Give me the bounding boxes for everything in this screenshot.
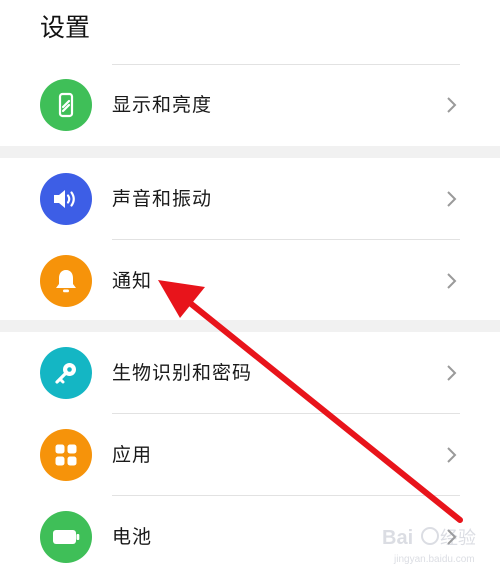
chevron-right-icon [447, 97, 457, 113]
bell-icon [40, 255, 92, 307]
baidu-watermark-icon: Bai 经验 jingyan.baidu.com [382, 527, 476, 565]
settings-item-label: 生物识别和密码 [112, 362, 253, 384]
svg-text:Bai: Bai [382, 527, 413, 549]
chevron-right-icon [447, 365, 457, 381]
section-gap [0, 320, 500, 332]
svg-text:jingyan.baidu.com: jingyan.baidu.com [393, 554, 475, 565]
apps-grid-icon [40, 429, 92, 481]
settings-item-notifications[interactable]: 通知 [0, 240, 500, 322]
speaker-icon [40, 173, 92, 225]
settings-item-label: 显示和亮度 [112, 94, 213, 116]
chevron-right-icon [447, 447, 457, 463]
settings-item-sound-vibration[interactable]: 声音和振动 [0, 158, 500, 240]
svg-text:经验: 经验 [440, 528, 476, 548]
key-icon [40, 347, 92, 399]
settings-group-display: 显示和亮度 [0, 64, 500, 146]
settings-item-label: 通知 [112, 270, 153, 292]
page-title: 设置 [40, 13, 91, 42]
settings-item-apps[interactable]: 应用 [0, 414, 500, 496]
settings-item-label: 应用 [112, 444, 153, 466]
battery-icon [40, 511, 92, 563]
settings-item-biometrics-password[interactable]: 生物识别和密码 [0, 332, 500, 414]
settings-item-label: 声音和振动 [112, 188, 213, 210]
display-brightness-icon [40, 79, 92, 131]
settings-group-sound: 声音和振动 通知 [0, 158, 500, 322]
settings-item-display-brightness[interactable]: 显示和亮度 [0, 64, 500, 146]
chevron-right-icon [447, 191, 457, 207]
settings-item-label: 电池 [112, 526, 153, 548]
section-gap [0, 146, 500, 158]
chevron-right-icon [447, 273, 457, 289]
